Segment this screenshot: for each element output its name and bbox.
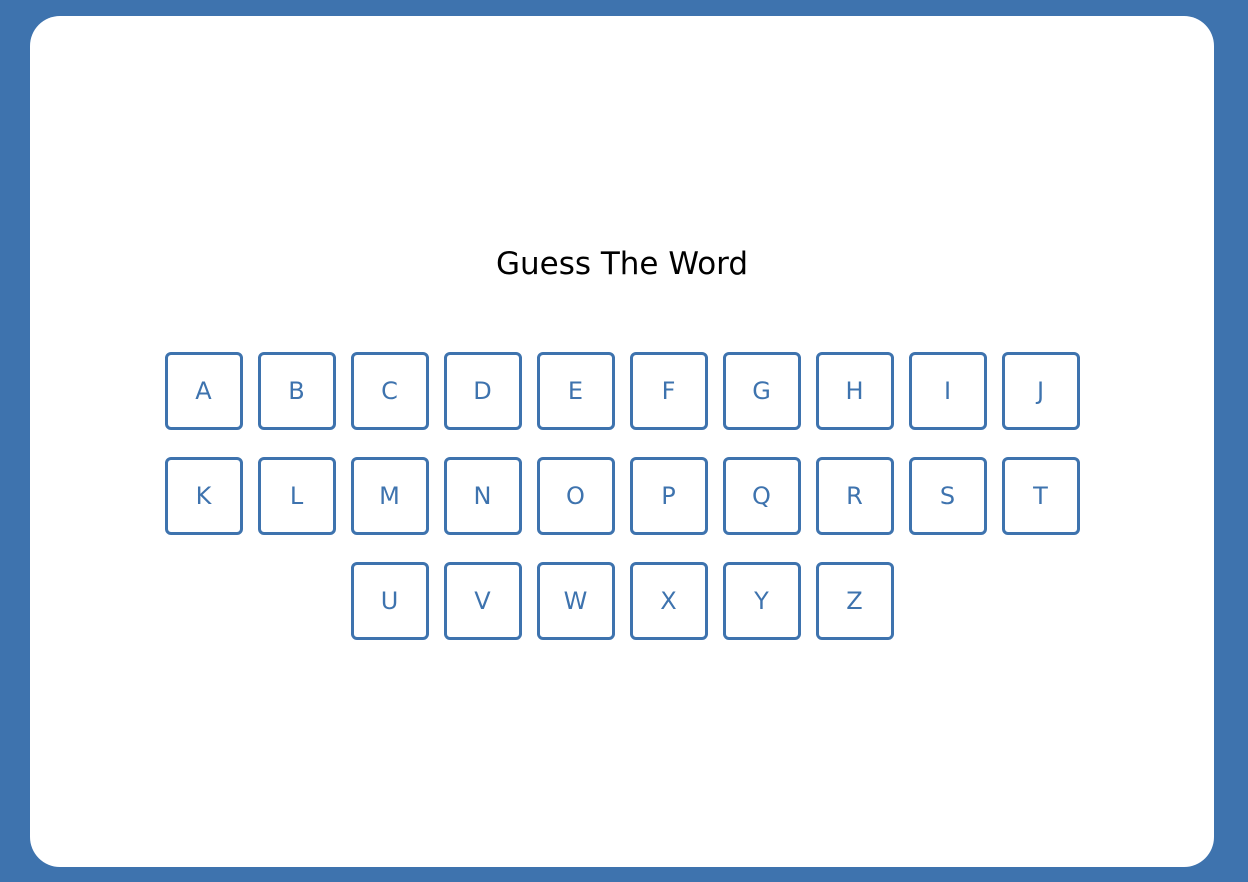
letter-key-f[interactable]: F [629,352,708,430]
letter-key-z[interactable]: Z [815,562,894,640]
letter-key-u[interactable]: U [350,562,429,640]
letter-key-a[interactable]: A [164,352,243,430]
letter-key-w[interactable]: W [536,562,615,640]
letter-key-h[interactable]: H [815,352,894,430]
letter-key-m[interactable]: M [350,457,429,535]
keyboard-row-3: UVWXYZ [350,562,894,640]
letter-key-l[interactable]: L [257,457,336,535]
letter-key-j[interactable]: J [1001,352,1080,430]
letter-keyboard: ABCDEFGHIJ KLMNOPQRST UVWXYZ [30,352,1214,640]
letter-key-i[interactable]: I [908,352,987,430]
letter-key-t[interactable]: T [1001,457,1080,535]
letter-key-g[interactable]: G [722,352,801,430]
letter-key-b[interactable]: B [257,352,336,430]
letter-key-o[interactable]: O [536,457,615,535]
letter-key-e[interactable]: E [536,352,615,430]
letter-key-k[interactable]: K [164,457,243,535]
keyboard-row-2: KLMNOPQRST [164,457,1080,535]
letter-key-s[interactable]: S [908,457,987,535]
letter-key-d[interactable]: D [443,352,522,430]
letter-key-c[interactable]: C [350,352,429,430]
letter-key-y[interactable]: Y [722,562,801,640]
letter-key-x[interactable]: X [629,562,708,640]
letter-key-r[interactable]: R [815,457,894,535]
letter-key-v[interactable]: V [443,562,522,640]
game-title: Guess The Word [495,246,749,282]
keyboard-row-1: ABCDEFGHIJ [164,352,1080,430]
game-card: Guess The Word ABCDEFGHIJ KLMNOPQRST UVW… [30,16,1214,867]
letter-key-q[interactable]: Q [722,457,801,535]
letter-key-p[interactable]: P [629,457,708,535]
letter-key-n[interactable]: N [443,457,522,535]
